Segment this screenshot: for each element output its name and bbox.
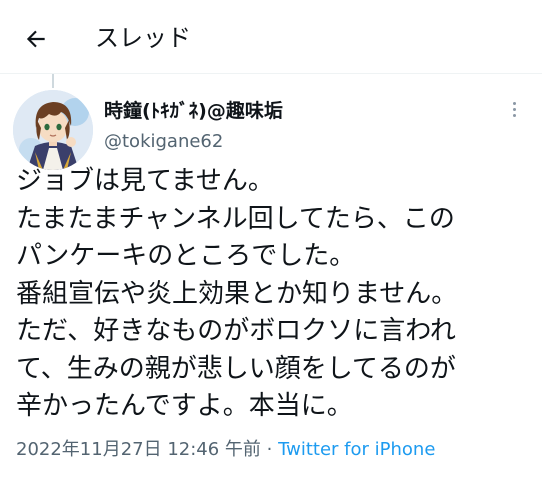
tweet-text-line: 辛かったんですよ。本当に。 xyxy=(16,391,353,421)
user-handle[interactable]: @tokigane62 xyxy=(104,129,223,155)
tweet-text-line: パンケーキのところでした。 xyxy=(16,241,356,271)
arrow-left-icon xyxy=(26,30,45,48)
avatar-illustration xyxy=(13,90,93,170)
tweet-text-line: ジョブは見てません。 xyxy=(16,166,274,196)
tweet-timestamp[interactable]: 2022年11月27日 12:46 午前 xyxy=(16,439,261,460)
thread-connector-line xyxy=(52,74,54,88)
tweet-text: ジョブは見てません。 たまたまチャンネル回してたら、この パンケーキのところでし… xyxy=(16,163,536,426)
meta-separator: · xyxy=(260,439,279,460)
more-vertical-icon-dot xyxy=(512,107,516,111)
more-vertical-icon xyxy=(512,101,516,105)
tweet-text-line: たまたまチャンネル回してたら、この xyxy=(16,203,455,234)
tweet-text-line: て、生みの親が悲しい顔をしてるのが xyxy=(16,353,456,384)
more-options-button[interactable] xyxy=(504,96,524,122)
avatar[interactable] xyxy=(13,90,93,170)
display-name[interactable]: 時鐘(ﾄｷｶﾞﾈ)@趣味垢 xyxy=(104,98,283,124)
header-bar: スレッド xyxy=(0,0,542,74)
page-title: スレッド xyxy=(95,24,191,52)
more-vertical-icon-dot xyxy=(512,113,516,117)
tweet-text-line: 番組宣伝や炎上効果とか知りません。 xyxy=(16,278,458,309)
thread-page: スレッド 時鐘(ﾄｷｶﾞﾈ)@趣味垢 @tokigane62 ジョブは見てません… xyxy=(0,0,542,480)
tweet-meta: 2022年11月27日 12:46 午前 · Twitter for iPhon… xyxy=(16,437,435,463)
tweet-text-line: ただ、好きなものがボロクソに言われ xyxy=(16,316,456,346)
tweet-source-link[interactable]: Twitter for iPhone xyxy=(278,439,435,460)
back-button[interactable] xyxy=(18,21,54,57)
